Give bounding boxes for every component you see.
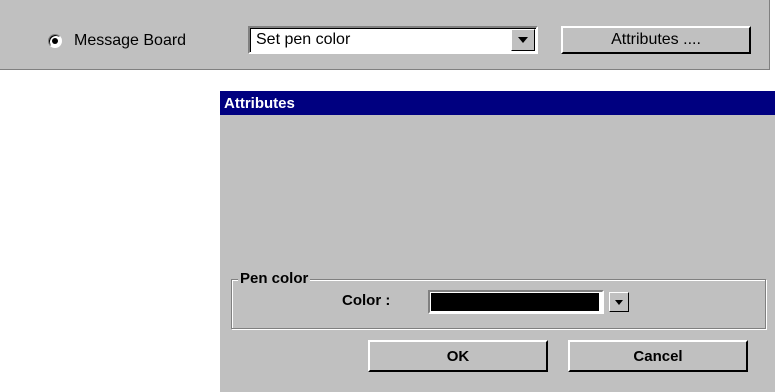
dialog-title: Attributes: [224, 94, 295, 112]
message-board-radio[interactable]: Message Board: [48, 32, 186, 50]
color-dropdown-button[interactable]: [609, 292, 629, 312]
chevron-down-icon: [615, 299, 623, 305]
attributes-button[interactable]: Attributes ....: [561, 26, 751, 54]
dialog-titlebar[interactable]: Attributes: [220, 91, 775, 115]
toolbar: Message Board Set pen color Attributes .…: [0, 0, 770, 70]
color-swatch: [431, 293, 599, 311]
color-select[interactable]: [428, 290, 604, 314]
message-board-label: Message Board: [74, 32, 187, 49]
command-select-value: Set pen color: [256, 31, 351, 48]
cancel-button[interactable]: Cancel: [568, 340, 748, 372]
pen-color-legend: Pen color: [238, 270, 311, 287]
command-dropdown-button[interactable]: [511, 29, 535, 51]
chevron-down-icon: [518, 37, 528, 43]
screen: Message Board Set pen color Attributes .…: [0, 0, 775, 392]
command-select[interactable]: Set pen color: [248, 26, 538, 54]
pen-color-group: Pen color Color :: [231, 270, 766, 329]
color-label: Color :: [342, 292, 391, 309]
radio-selected-icon[interactable]: [48, 34, 62, 48]
attributes-dialog: Attributes Pen color Color : OK Cancel: [219, 91, 775, 392]
ok-button[interactable]: OK: [368, 340, 548, 372]
